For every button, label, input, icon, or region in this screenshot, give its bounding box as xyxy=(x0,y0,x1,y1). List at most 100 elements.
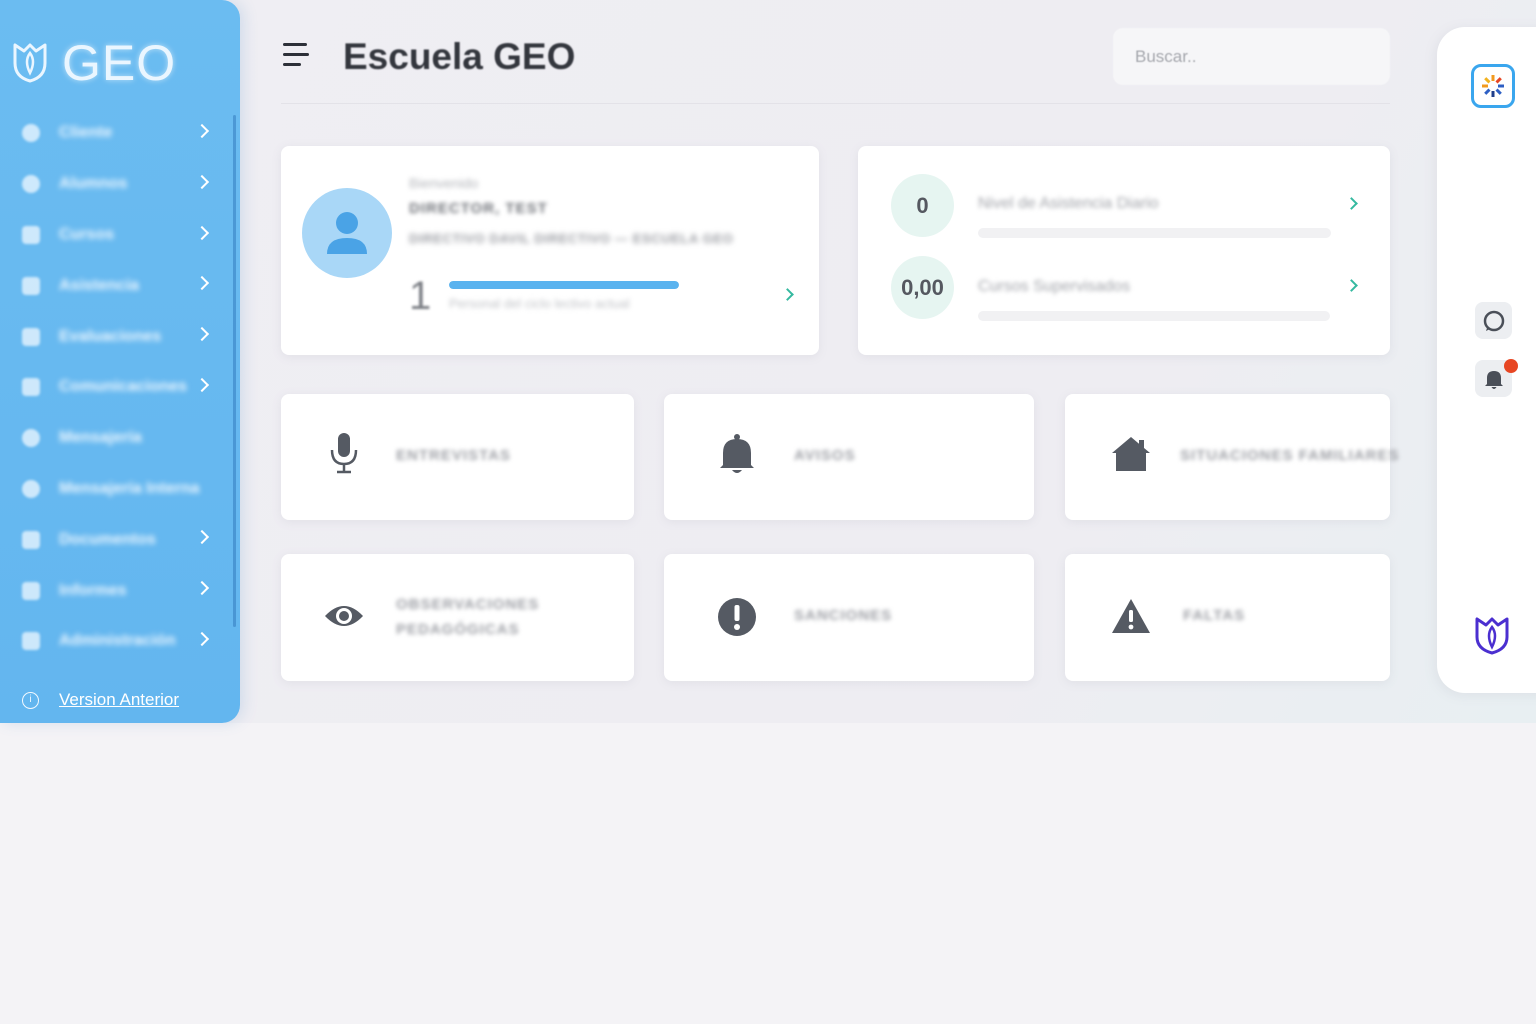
tile-label: ENTREVISTAS xyxy=(396,447,511,464)
user-avatar-icon xyxy=(327,212,367,254)
sidebar-item-label: Mensajería xyxy=(59,429,142,447)
sidebar-item-comunicaciones[interactable]: Comunicaciones xyxy=(0,362,240,413)
geo-logo-icon[interactable] xyxy=(1474,615,1510,660)
sidebar-item-label: Cliente xyxy=(59,124,113,142)
profile-progress-fill xyxy=(449,281,679,289)
chevron-right-icon xyxy=(194,276,210,291)
building-icon xyxy=(22,632,40,651)
chevron-right-icon xyxy=(194,631,210,647)
stats-card: 0 Nivel de Asistencia Diario 0,00 Cursos… xyxy=(858,146,1390,355)
house-icon xyxy=(1112,437,1150,471)
sidebar-item-mensajeria-interna[interactable]: Mensajería Interna xyxy=(0,464,240,515)
search-input[interactable] xyxy=(1113,28,1390,85)
eye-icon xyxy=(325,606,363,626)
chevron-right-icon xyxy=(194,123,210,139)
chevron-right-icon[interactable] xyxy=(1345,197,1358,210)
geo-logo-icon xyxy=(12,39,48,88)
stat-label: Cursos Supervisados xyxy=(978,278,1131,295)
tile-label: AVISOS xyxy=(794,447,856,464)
calendar-icon xyxy=(22,225,40,244)
stat-value: 0,00 xyxy=(891,256,954,319)
tile-faltas[interactable]: FALTAS xyxy=(1065,554,1390,681)
stat-value: 0 xyxy=(891,174,954,237)
document-icon xyxy=(22,530,40,549)
chevron-right-icon xyxy=(194,530,210,545)
checklist-icon xyxy=(22,276,40,295)
chat-button[interactable] xyxy=(1475,302,1512,339)
sidebar-item-label: Mensajería Interna xyxy=(59,479,200,497)
notification-badge xyxy=(1504,359,1518,373)
app-window: GEO Cliente Alumnos Cursos Asistencia Ev… xyxy=(0,0,1536,723)
tile-label: FALTAS xyxy=(1183,607,1246,624)
chevron-right-icon xyxy=(194,377,210,393)
sidebar-item-evaluaciones[interactable]: Evaluaciones xyxy=(0,311,240,362)
tile-observaciones-pedagogicas[interactable]: OBSERVACIONES PEDAGÓGICAS xyxy=(281,554,634,681)
sidebar-item-informes[interactable]: Informes xyxy=(0,565,240,616)
sidebar-item-label: Asistencia xyxy=(59,276,140,294)
sidebar-item-documentos[interactable]: Documentos xyxy=(0,514,240,565)
stat-bar xyxy=(978,228,1331,238)
sidebar-item-label: Documentos xyxy=(59,530,156,548)
clipboard-icon xyxy=(22,327,40,346)
bell-icon xyxy=(720,434,754,473)
sidebar-item-label: Alumnos xyxy=(59,175,128,193)
sidebar-item-asistencia[interactable]: Asistencia xyxy=(0,260,240,311)
sidebar-scrollbar[interactable] xyxy=(233,115,236,627)
sidebar-item-label: Evaluaciones xyxy=(59,327,162,345)
list-icon xyxy=(22,378,40,397)
sidebar: GEO Cliente Alumnos Cursos Asistencia Ev… xyxy=(0,0,240,723)
right-rail xyxy=(1437,27,1536,693)
profile-caption: Personal del ciclo lectivo actual xyxy=(449,296,630,311)
sidebar-item-label: Comunicaciones xyxy=(59,378,188,396)
sidebar-item-label: Cursos xyxy=(59,225,115,243)
sidebar-item-label: Administración xyxy=(59,632,176,650)
version-anterior: i Version Anterior xyxy=(22,690,179,710)
tile-situaciones-familiares[interactable]: SITUACIONES FAMILIARES xyxy=(1065,394,1399,520)
user-icon xyxy=(22,175,40,194)
app-logo[interactable]: GEO xyxy=(12,34,176,92)
chat-icon xyxy=(1483,310,1504,331)
menu-icon[interactable] xyxy=(283,43,309,67)
header-divider xyxy=(281,103,1390,104)
profile-card: Bienvenido DIRECTOR, TEST DIRECTIVO DAVI… xyxy=(281,146,819,355)
warning-triangle-icon xyxy=(1112,599,1150,633)
message-icon xyxy=(22,429,40,448)
profile-name: DIRECTOR, TEST xyxy=(409,200,548,217)
sunburst-icon xyxy=(1482,75,1504,97)
stat-bar xyxy=(978,311,1330,321)
sidebar-nav: Cliente Alumnos Cursos Asistencia Evalua xyxy=(0,108,240,667)
bell-icon xyxy=(1484,370,1503,389)
chevron-right-icon xyxy=(194,327,210,342)
chart-icon xyxy=(22,581,40,600)
profile-progress-bar xyxy=(449,281,679,289)
tile-sanciones[interactable]: SANCIONES xyxy=(664,554,1034,681)
app-badge-icon[interactable] xyxy=(1471,64,1515,108)
chevron-right-icon[interactable] xyxy=(1345,279,1358,292)
version-anterior-link[interactable]: Version Anterior xyxy=(59,690,179,710)
avatar xyxy=(302,188,392,278)
location-icon xyxy=(22,479,40,498)
sidebar-item-alumnos[interactable]: Alumnos xyxy=(0,159,240,210)
tile-label: OBSERVACIONES PEDAGÓGICAS xyxy=(396,596,540,638)
sidebar-item-cursos[interactable]: Cursos xyxy=(0,210,240,261)
sidebar-item-cliente[interactable]: Cliente xyxy=(0,108,240,159)
stat-label: Nivel de Asistencia Diario xyxy=(978,195,1159,212)
page-title: Escuela GEO xyxy=(343,36,576,77)
profile-school: DIRECTIVO DAVIL DIRECTIVO — ESCUELA GEO xyxy=(409,231,734,246)
chevron-right-icon xyxy=(194,225,210,240)
exclamation-circle-icon xyxy=(718,598,756,636)
tile-label: SITUACIONES FAMILIARES xyxy=(1180,447,1400,464)
sidebar-item-administracion[interactable]: Administración xyxy=(0,616,240,667)
chevron-right-icon[interactable] xyxy=(781,288,794,301)
chevron-right-icon xyxy=(194,174,210,189)
sidebar-item-mensajeria[interactable]: Mensajería xyxy=(0,413,240,464)
app-logo-text: GEO xyxy=(62,35,177,91)
tile-entrevistas[interactable]: ENTREVISTAS xyxy=(281,394,634,520)
microphone-icon xyxy=(330,433,358,474)
profile-count: 1 xyxy=(409,274,432,318)
user-icon xyxy=(22,124,40,143)
tile-avisos[interactable]: AVISOS xyxy=(664,394,1034,520)
info-icon: i xyxy=(22,691,39,709)
sidebar-item-label: Informes xyxy=(59,581,127,599)
tile-label: SANCIONES xyxy=(794,607,893,624)
